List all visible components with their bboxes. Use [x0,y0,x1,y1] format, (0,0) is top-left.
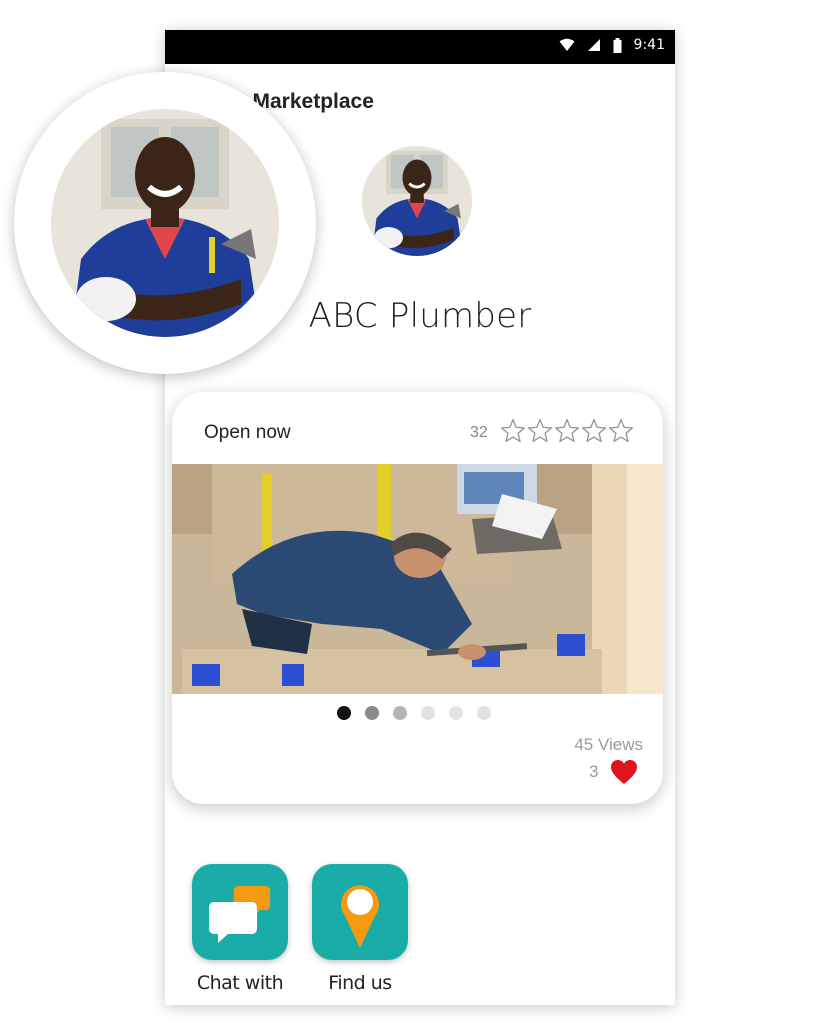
views-count: 45 Views [574,735,643,754]
status-time: 9:41 [633,37,665,53]
carousel-dot[interactable] [476,706,491,720]
chat-label: Chat with [196,972,284,994]
status-bar: 9:41 [165,30,675,64]
listing-card[interactable]: Open now 32 45 Views 3 [172,392,663,804]
star-icon[interactable] [527,418,553,444]
rating-count: 32 [470,424,488,441]
chat-button[interactable] [192,864,288,960]
plumber-avatar-icon [362,146,472,256]
carousel-dot[interactable] [420,706,435,720]
carousel-dot-active[interactable] [336,706,351,720]
avatar-zoom [51,109,279,337]
business-avatar[interactable] [362,146,472,256]
star-icon[interactable] [554,418,580,444]
signal-icon [587,39,600,51]
star-icon[interactable] [581,418,607,444]
carousel-dot[interactable] [448,706,463,720]
carousel-dot[interactable] [364,706,379,720]
open-status: Open now [204,422,291,443]
find-button[interactable] [312,864,408,960]
find-action[interactable]: Find us [312,864,408,994]
plumber-working-photo-icon [172,464,663,694]
carousel-dots[interactable] [172,706,663,720]
plumber-avatar-large-icon [51,109,279,337]
like-button[interactable] [610,759,638,790]
carousel-dot[interactable] [392,706,407,720]
battery-icon [613,37,622,53]
star-icon[interactable] [608,418,634,444]
avatar-zoom-callout [14,72,316,374]
like-count: 3 [589,762,599,781]
find-label: Find us [328,972,392,994]
listing-photo[interactable] [172,464,663,694]
chat-action[interactable]: Chat with [192,864,288,994]
wifi-icon [559,38,575,51]
star-icon[interactable] [500,418,526,444]
star-rating[interactable] [500,418,634,444]
heart-icon [611,760,637,784]
chat-bubbles-icon [209,886,270,943]
map-pin-icon [341,885,379,948]
